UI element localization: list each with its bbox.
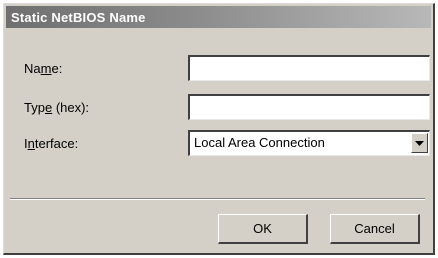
interface-dropdown-button[interactable] [411,133,428,153]
interface-select[interactable]: Local Area Connection [188,130,430,156]
type-hex-label: Type (hex): [24,100,90,115]
ok-button[interactable]: OK [218,214,308,244]
name-label: Name: [24,61,63,76]
interface-selected-value: Local Area Connection [194,135,325,150]
static-netbios-name-dialog: Static NetBIOS Name Name: Type (hex): In… [3,3,435,255]
chevron-down-icon [415,134,424,152]
type-hex-input[interactable] [188,94,430,120]
title-bar[interactable]: Static NetBIOS Name [6,6,431,28]
dialog-title: Static NetBIOS Name [11,9,146,25]
button-separator [10,198,425,200]
name-input[interactable] [188,55,430,81]
cancel-button[interactable]: Cancel [330,214,420,244]
interface-label: Interface: [24,136,79,151]
